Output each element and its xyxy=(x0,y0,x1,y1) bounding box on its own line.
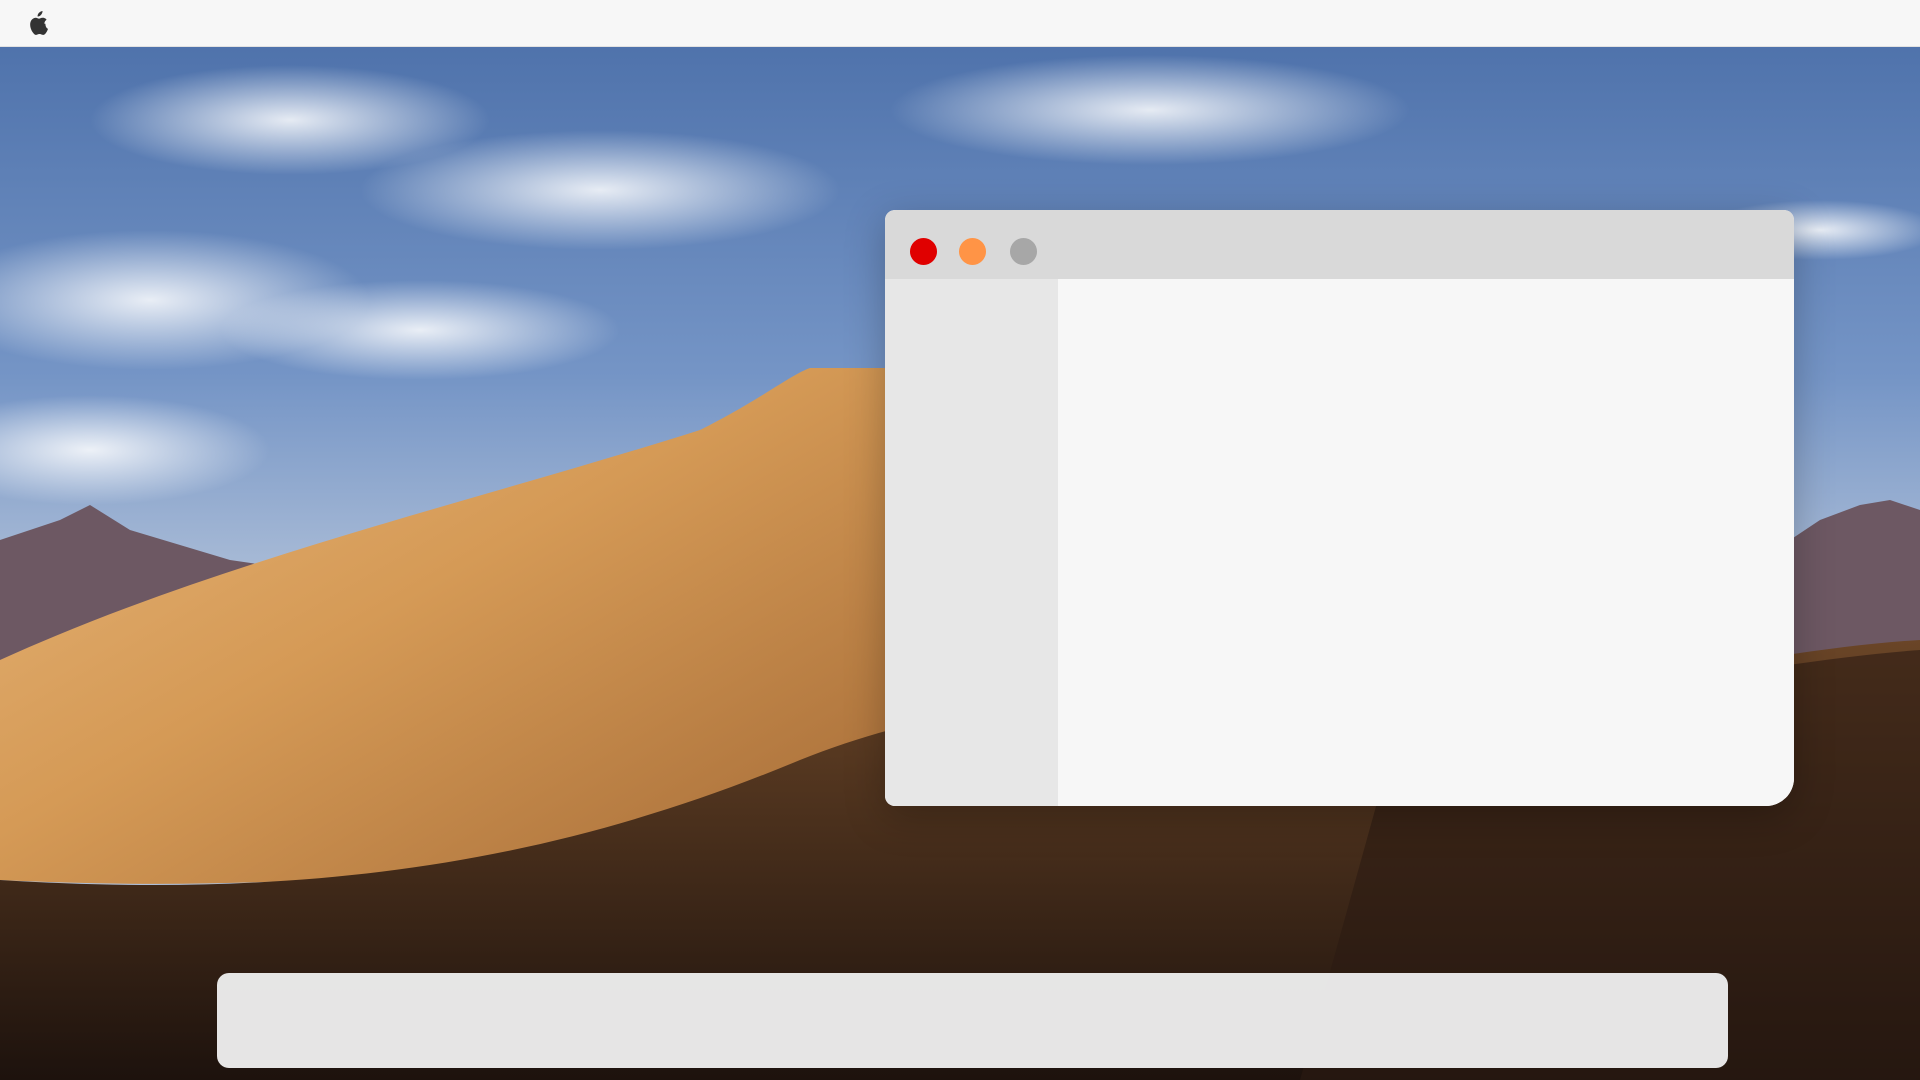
window-titlebar[interactable] xyxy=(885,210,1794,279)
window-content[interactable] xyxy=(1058,279,1794,806)
dock[interactable] xyxy=(217,973,1728,1068)
apple-logo-icon[interactable] xyxy=(26,11,48,35)
menu-bar xyxy=(0,0,1920,47)
zoom-dot-icon[interactable] xyxy=(1010,238,1037,265)
app-window[interactable] xyxy=(885,210,1794,806)
minimize-dot-icon[interactable] xyxy=(959,238,986,265)
window-sidebar[interactable] xyxy=(885,279,1058,806)
close-dot-icon[interactable] xyxy=(910,238,937,265)
